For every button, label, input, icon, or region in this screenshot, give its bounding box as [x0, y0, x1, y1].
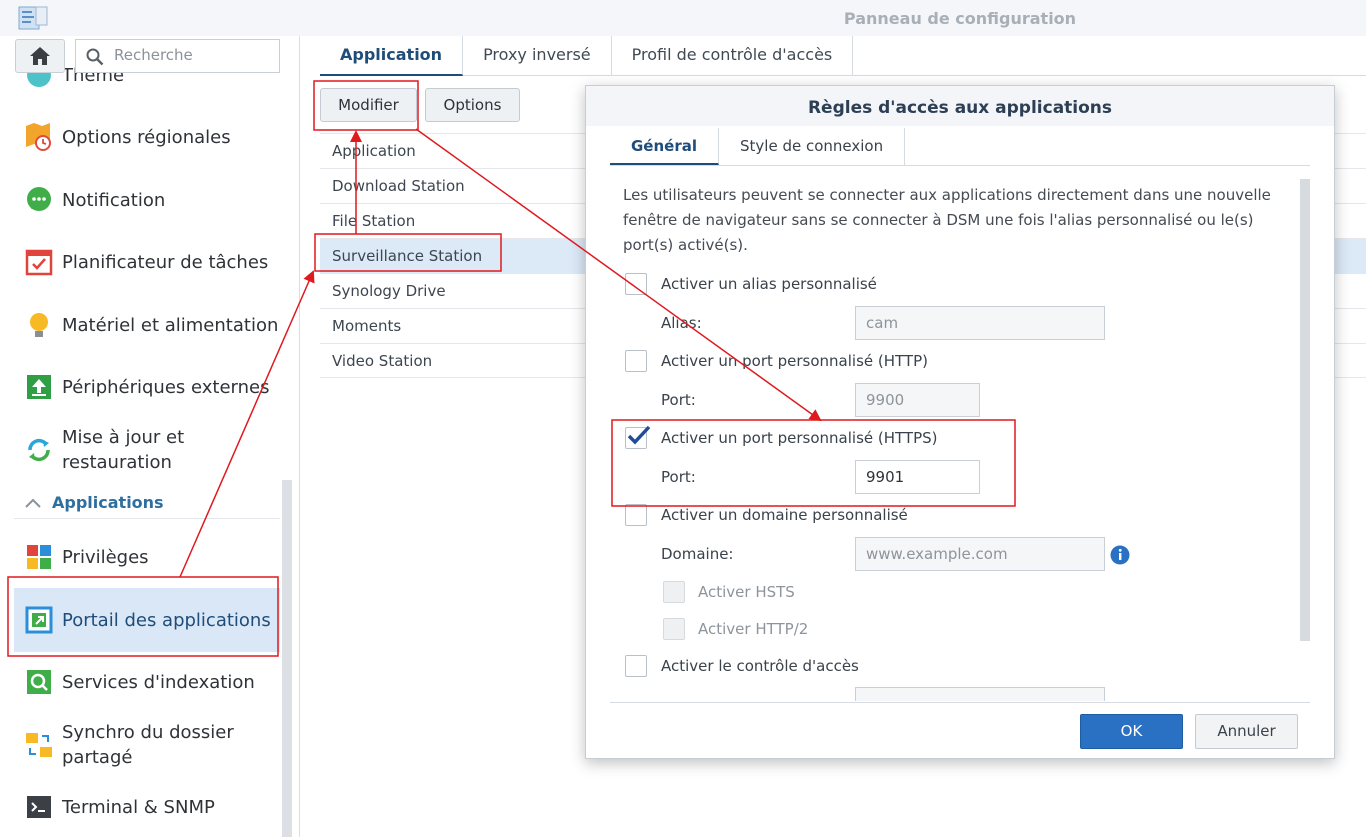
access-profile-select[interactable] [855, 687, 1105, 701]
sidebar-item-external-devices[interactable]: Périphériques externes [14, 370, 280, 404]
access-control-checkbox[interactable] [625, 655, 647, 677]
tab-application[interactable]: Application [320, 36, 464, 76]
domain-checkbox[interactable] [625, 504, 647, 526]
sidebar-item-privileges[interactable]: Privilèges [14, 540, 280, 574]
window-title: Panneau de configuration [843, 9, 1077, 28]
tab-general[interactable]: Général [610, 128, 719, 165]
privileges-icon [27, 545, 51, 569]
domain-input[interactable]: www.example.com [855, 537, 1105, 571]
hardware-power-icon [30, 313, 48, 337]
tab-login-style[interactable]: Style de connexion [719, 128, 906, 165]
shared-folder-sync-icon [26, 733, 52, 757]
alias-checkbox[interactable] [625, 273, 647, 295]
http-port-checkbox[interactable] [625, 350, 647, 372]
update-restore-icon [28, 438, 50, 462]
http2-option-label: Activer HTTP/2 [698, 620, 809, 638]
notification-icon [27, 187, 51, 211]
home-icon [30, 47, 50, 65]
indexing-service-icon [27, 670, 51, 694]
search-field[interactable] [75, 39, 280, 73]
tab-reverse-proxy[interactable]: Proxy inversé [463, 36, 612, 76]
modify-button[interactable]: Modifier [320, 88, 417, 122]
sidebar-item-regional-options[interactable]: Options régionales [14, 120, 280, 154]
dialog-body: Les utilisateurs peuvent se connecter au… [610, 176, 1296, 701]
search-input[interactable] [114, 46, 274, 64]
ok-button[interactable]: OK [1080, 714, 1183, 749]
sidebar-item-update-restore[interactable]: Mise à jour et restauration [14, 424, 280, 476]
sidebar-item-label: Mise à jour et restauration [62, 427, 185, 473]
http-port-label: Port: [661, 391, 696, 409]
chevron-up-icon [25, 498, 41, 508]
access-control-option-label: Activer le contrôle d'accès [661, 657, 859, 675]
main-tabs: Application Proxy inversé Profil de cont… [320, 36, 1366, 76]
application-portal-icon [25, 606, 53, 634]
section-label: Applications [52, 493, 164, 512]
sidebar-scrollbar[interactable] [282, 480, 292, 837]
sidebar-item-label: Terminal & SNMP [62, 796, 215, 818]
window-titlebar: Panneau de configuration [0, 0, 1366, 36]
sidebar-item-label: Notification [62, 189, 166, 211]
sidebar-item-label: Périphériques externes [62, 376, 270, 398]
sidebar-section-applications[interactable]: Applications [14, 487, 280, 519]
checkmark-icon [627, 425, 651, 445]
description-text: Les utilisateurs peuvent se connecter au… [623, 186, 1271, 254]
dialog-title: Règles d'accès aux applications [807, 98, 1113, 118]
sidebar-item-label: Privilèges [62, 546, 149, 568]
external-devices-icon [27, 375, 51, 399]
sidebar-item-label: Synchro du dossier partagé [62, 722, 234, 768]
regional-options-icon [26, 123, 51, 151]
hsts-checkbox[interactable] [663, 581, 685, 603]
sidebar-item-label: Matériel et alimentation [62, 314, 279, 336]
access-rules-dialog: Règles d'accès aux applications Général … [585, 85, 1335, 759]
dialog-tabs: Général Style de connexion [610, 128, 1310, 166]
domain-label: Domaine: [661, 545, 734, 563]
sidebar-item-task-scheduler[interactable]: Planificateur de tâches [14, 245, 280, 279]
dialog-header: Règles d'accès aux applications [586, 86, 1334, 126]
alias-option-label: Activer un alias personnalisé [661, 275, 877, 293]
info-icon[interactable] [1110, 545, 1130, 565]
options-button[interactable]: Options [425, 88, 520, 122]
sidebar-item-application-portal[interactable]: Portail des applications [14, 588, 280, 652]
sidebar-item-label: Services d'indexation [62, 671, 255, 693]
http-option-label: Activer un port personnalisé (HTTP) [661, 352, 928, 370]
search-icon [86, 48, 104, 66]
alias-input[interactable]: cam [855, 306, 1105, 340]
tab-access-control-profile[interactable]: Profil de contrôle d'accès [612, 36, 854, 76]
sidebar-item-indexing-service[interactable]: Services d'indexation [14, 665, 280, 699]
hsts-option-label: Activer HSTS [698, 583, 795, 601]
https-option-label: Activer un port personnalisé (HTTPS) [661, 429, 938, 447]
https-port-label: Port: [661, 468, 696, 486]
sidebar: Thème Options régionales Notification Pl… [0, 36, 300, 837]
alias-label: Alias: [661, 314, 702, 332]
sidebar-item-hardware-power[interactable]: Matériel et alimentation [14, 308, 280, 342]
dialog-scrollbar[interactable] [1300, 179, 1310, 641]
domain-option-label: Activer un domaine personnalisé [661, 506, 908, 524]
http2-checkbox[interactable] [663, 618, 685, 640]
home-button[interactable] [15, 39, 65, 73]
sidebar-item-notification[interactable]: Notification [14, 183, 280, 217]
cancel-button[interactable]: Annuler [1195, 714, 1298, 749]
task-scheduler-icon [25, 249, 53, 276]
terminal-snmp-icon [27, 796, 51, 818]
http-port-input[interactable]: 9900 [855, 383, 980, 417]
https-port-input[interactable]: 9901 [855, 460, 980, 494]
sidebar-item-terminal-snmp[interactable]: Terminal & SNMP [14, 790, 280, 824]
https-port-checkbox[interactable] [625, 425, 651, 449]
sidebar-item-shared-folder-sync[interactable]: Synchro du dossier partagé [14, 719, 280, 771]
sidebar-item-label: Planificateur de tâches [62, 251, 269, 273]
sidebar-item-label: Portail des applications [62, 609, 271, 631]
sidebar-item-label: Options régionales [62, 126, 231, 148]
